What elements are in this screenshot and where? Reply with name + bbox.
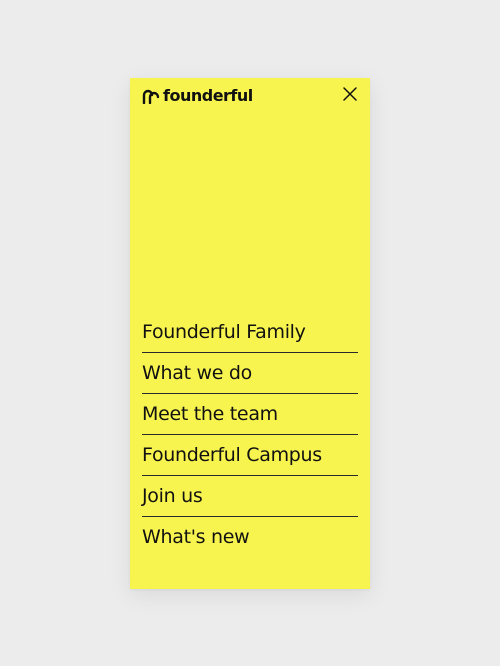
nav-item-label: Join us — [142, 485, 203, 507]
close-icon — [343, 87, 357, 101]
nav-item-founderful-family[interactable]: Founderful Family — [142, 312, 358, 353]
main-navigation: Founderful Family What we do Meet the te… — [142, 312, 358, 557]
page: founderful Founderful Family What we do … — [0, 0, 500, 666]
nav-item-label: What we do — [142, 362, 252, 384]
nav-item-founderful-campus[interactable]: Founderful Campus — [142, 435, 358, 476]
nav-item-what-we-do[interactable]: What we do — [142, 353, 358, 394]
nav-item-meet-the-team[interactable]: Meet the team — [142, 394, 358, 435]
close-menu-button[interactable] — [342, 86, 358, 102]
nav-item-join-us[interactable]: Join us — [142, 476, 358, 517]
brand-name: founderful — [163, 86, 253, 105]
founderful-logo-icon — [142, 89, 160, 104]
mobile-menu-panel: founderful Founderful Family What we do … — [130, 78, 370, 589]
nav-item-label: What's new — [142, 526, 250, 548]
nav-item-label: Meet the team — [142, 403, 278, 425]
nav-item-label: Founderful Family — [142, 321, 306, 343]
brand-logo-link[interactable]: founderful — [142, 86, 253, 106]
nav-item-whats-new[interactable]: What's new — [142, 517, 358, 557]
nav-item-label: Founderful Campus — [142, 444, 322, 466]
